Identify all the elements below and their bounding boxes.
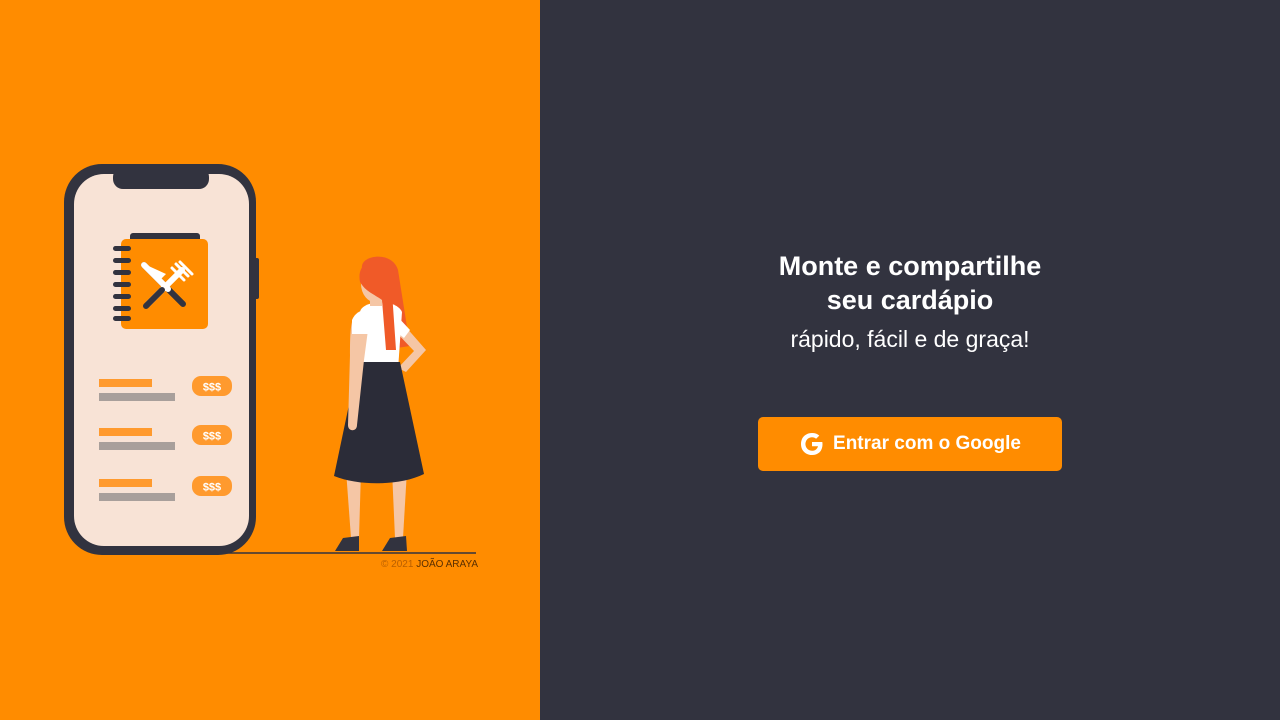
page-subheadline: rápido, fácil e de graça! [790, 326, 1030, 352]
illustration-credit: © 2021 JOÃO ARAYA [381, 559, 478, 570]
login-panel: Monte e compartilhe seu cardápio rápido,… [540, 0, 1280, 720]
headline-line-2: seu cardápio [826, 285, 994, 315]
illustration-panel: $$$ $$$ $$$ © 2021 JOÃO ARAYA [0, 0, 540, 720]
credit-author: JOÃO ARAYA [416, 559, 479, 570]
phone-illustration: $$$ $$$ $$$ [64, 164, 259, 555]
credit-prefix: © 2021 [381, 559, 414, 570]
google-login-button[interactable]: Entrar com o Google [758, 417, 1062, 471]
google-icon [801, 433, 823, 455]
woman-illustration [334, 256, 426, 551]
price-tag: $$$ [203, 431, 221, 443]
menu-phone-illustration: $$$ $$$ $$$ [64, 164, 476, 555]
price-tag: $$$ [203, 482, 221, 494]
price-tag: $$$ [203, 382, 221, 394]
google-button-label: Entrar com o Google [833, 433, 1021, 454]
menu-book-icon [113, 233, 208, 329]
page-headline: Monte e compartilhe seu cardápio [540, 249, 1280, 317]
headline-line-1: Monte e compartilhe [778, 251, 1042, 281]
